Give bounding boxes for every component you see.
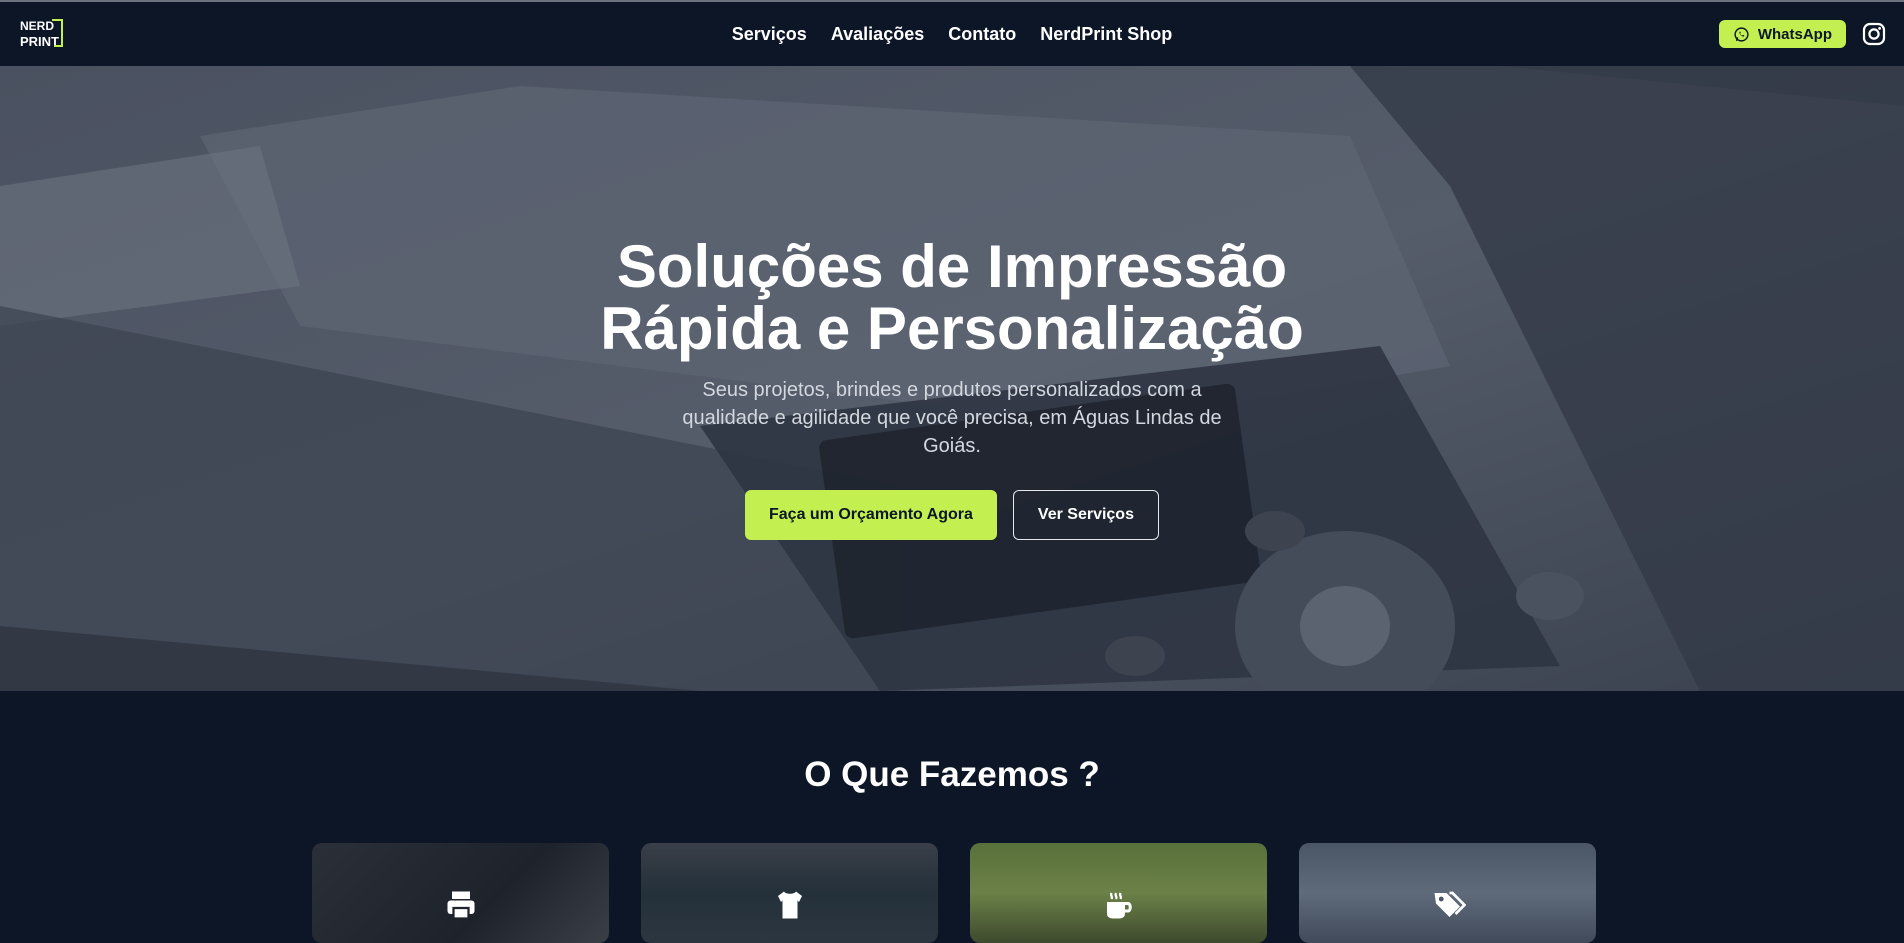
- nav-link-avaliacoes[interactable]: Avaliações: [831, 24, 924, 45]
- nav-actions: WhatsApp: [1718, 20, 1886, 48]
- tags-icon: [1434, 891, 1466, 917]
- service-card-labels[interactable]: [1299, 843, 1596, 943]
- services-cards: [312, 843, 1596, 943]
- whatsapp-icon: [1734, 26, 1749, 42]
- nav-link-shop[interactable]: NerdPrint Shop: [1040, 24, 1172, 45]
- nav-link-servicos[interactable]: Serviços: [732, 24, 807, 45]
- hero-buttons: Faça um Orçamento Agora Ver Serviços: [745, 490, 1159, 540]
- service-card-apparel[interactable]: [641, 843, 938, 943]
- instagram-icon[interactable]: [1862, 22, 1886, 46]
- nav-link-contato[interactable]: Contato: [948, 24, 1016, 45]
- navbar: NERD PRINT Serviços Avaliações Contato N…: [0, 2, 1904, 66]
- whatsapp-button[interactable]: WhatsApp: [1718, 20, 1846, 48]
- view-services-button[interactable]: Ver Serviços: [1012, 490, 1159, 540]
- tshirt-icon: [777, 891, 802, 919]
- whatsapp-label: WhatsApp: [1757, 25, 1832, 43]
- service-card-printing[interactable]: [312, 843, 609, 943]
- hero-section: Soluções de Impressão Rápida e Personali…: [0, 66, 1904, 691]
- quote-button[interactable]: Faça um Orçamento Agora: [745, 490, 997, 540]
- main-nav: Serviços Avaliações Contato NerdPrint Sh…: [0, 2, 1904, 66]
- hero-content: Soluções de Impressão Rápida e Personali…: [0, 66, 1904, 691]
- services-title: O Que Fazemos ?: [804, 755, 1100, 794]
- mug-icon: [1106, 892, 1132, 919]
- svg-text:NERD: NERD: [20, 19, 54, 33]
- nerdprint-logo[interactable]: NERD PRINT: [18, 16, 66, 52]
- printer-icon: [447, 891, 474, 920]
- service-card-mugs[interactable]: [970, 843, 1267, 943]
- hero-subtitle: Seus projetos, brindes e produtos person…: [682, 379, 1222, 457]
- svg-text:PRINT: PRINT: [20, 34, 59, 49]
- hero-title: Soluções de Impressão Rápida e Personali…: [600, 233, 1304, 362]
